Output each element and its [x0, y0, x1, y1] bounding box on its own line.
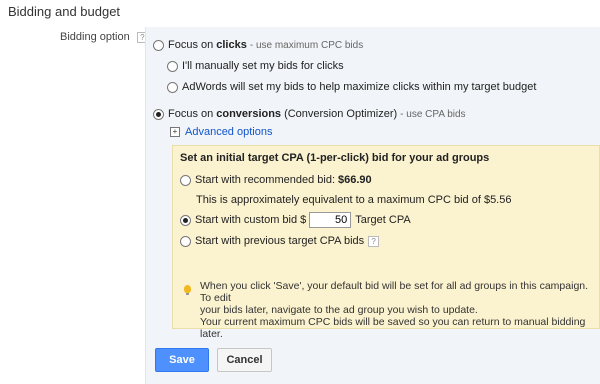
- focus-clicks-prefix: Focus on: [168, 39, 214, 51]
- recommended-bid-value: $66.90: [338, 174, 372, 186]
- focus-conversions-option[interactable]: Focus on conversions (Conversion Optimiz…: [153, 108, 466, 120]
- recommended-bid-radio[interactable]: [180, 174, 191, 186]
- custom-bid-label: Start with custom bid $: [195, 214, 307, 226]
- manual-bids-label: I'll manually set my bids for clicks: [182, 60, 344, 72]
- info-line: Your current maximum CPC bids will be sa…: [200, 316, 586, 340]
- info-line: your bids later, navigate to the ad grou…: [200, 304, 478, 316]
- custom-bid-input[interactable]: [309, 212, 352, 228]
- lightbulb-icon: [184, 285, 191, 295]
- expand-icon[interactable]: +: [170, 127, 180, 137]
- save-button[interactable]: Save: [155, 348, 209, 372]
- recommended-bid-label: Start with recommended bid:: [195, 174, 336, 186]
- custom-bid-radio[interactable]: [180, 214, 191, 226]
- help-icon[interactable]: ?: [368, 235, 380, 247]
- focus-clicks-option[interactable]: Focus on clicks - use maximum CPC bids: [153, 39, 363, 51]
- focus-clicks-hint: - use maximum CPC bids: [249, 39, 364, 51]
- info-line: When you click 'Save', your default bid …: [200, 280, 589, 304]
- manual-bids-option[interactable]: I'll manually set my bids for clicks: [167, 60, 344, 72]
- focus-conversions-emph: conversions: [216, 108, 282, 120]
- cpa-heading: Set an initial target CPA (1-per-click) …: [180, 152, 490, 164]
- previous-bid-option[interactable]: Start with previous target CPA bids ?: [180, 235, 380, 247]
- section-title: Bidding and budget: [8, 4, 121, 19]
- advanced-options-link[interactable]: Advanced options: [185, 126, 272, 138]
- focus-conversions-hint: - use CPA bids: [400, 108, 466, 120]
- bidding-option-label: Bidding option ?: [60, 31, 148, 43]
- previous-bid-label: Start with previous target CPA bids: [195, 235, 365, 247]
- cancel-button[interactable]: Cancel: [217, 348, 272, 372]
- focus-clicks-emph: clicks: [216, 39, 247, 51]
- auto-bids-radio[interactable]: [167, 81, 178, 93]
- auto-bids-label: AdWords will set my bids to help maximiz…: [182, 81, 537, 93]
- previous-bid-radio[interactable]: [180, 235, 191, 247]
- custom-bid-suffix: Target CPA: [355, 214, 411, 226]
- auto-bids-option[interactable]: AdWords will set my bids to help maximiz…: [167, 81, 536, 93]
- manual-bids-radio[interactable]: [167, 60, 178, 72]
- recommended-bid-option[interactable]: Start with recommended bid: $66.90: [180, 174, 372, 186]
- custom-bid-option[interactable]: Start with custom bid $ Target CPA: [180, 212, 411, 228]
- focus-clicks-radio[interactable]: [153, 39, 164, 51]
- focus-conversions-prefix: Focus on: [168, 108, 214, 120]
- bidding-option-text: Bidding option: [60, 31, 130, 43]
- focus-conversions-suffix: (Conversion Optimizer): [284, 108, 398, 120]
- focus-conversions-radio[interactable]: [153, 108, 164, 120]
- save-info-note: When you click 'Save', your default bid …: [200, 280, 592, 340]
- approx-cpc-note: This is approximately equivalent to a ma…: [196, 194, 512, 206]
- advanced-options[interactable]: + Advanced options: [170, 126, 272, 138]
